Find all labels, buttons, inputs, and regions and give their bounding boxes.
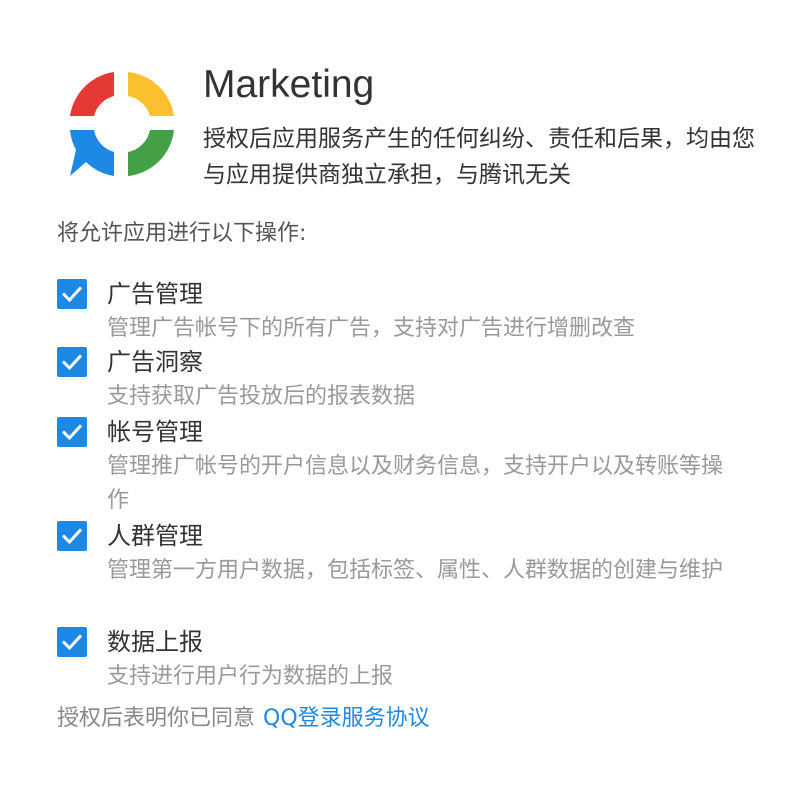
permission-checkbox[interactable] bbox=[57, 521, 87, 551]
checkmark-icon bbox=[61, 354, 83, 371]
app-logo-icon bbox=[64, 66, 180, 182]
permission-description: 支持获取广告投放后的报表数据 bbox=[107, 384, 416, 409]
disclaimer-text: 授权后应用服务产生的任何纠纷、责任和后果，均由您与应用提供商独立承担，与腾讯无关 bbox=[203, 126, 755, 188]
permission-title: 帐号管理 bbox=[107, 418, 203, 446]
permission-checkbox[interactable] bbox=[57, 279, 87, 309]
permissions-label: 将允许应用进行以下操作: bbox=[57, 221, 307, 246]
permission-description: 支持进行用户行为数据的上报 bbox=[107, 664, 394, 689]
checkmark-icon bbox=[61, 424, 83, 441]
checkmark-icon bbox=[61, 528, 83, 545]
consent-footer: 授权后表明你已同意 QQ登录服务协议 bbox=[57, 702, 430, 736]
permission-description: 管理推广帐号的开户信息以及财务信息，支持开户以及转账等操作 bbox=[107, 454, 724, 513]
permission-checkbox[interactable] bbox=[57, 347, 87, 377]
app-title: Marketing bbox=[203, 63, 375, 106]
permission-title: 广告管理 bbox=[107, 280, 203, 308]
checkmark-icon bbox=[61, 634, 83, 651]
permission-checkbox[interactable] bbox=[57, 417, 87, 447]
checkmark-icon bbox=[61, 286, 83, 303]
permission-description: 管理广告帐号下的所有广告，支持对广告进行增删改查 bbox=[107, 316, 636, 341]
permission-title: 数据上报 bbox=[107, 628, 203, 656]
permission-title: 广告洞察 bbox=[107, 348, 203, 376]
permission-checkbox[interactable] bbox=[57, 627, 87, 657]
permission-title: 人群管理 bbox=[107, 522, 203, 550]
qq-login-agreement-link[interactable]: QQ登录服务协议 bbox=[263, 706, 430, 731]
consent-text: 授权后表明你已同意 bbox=[57, 706, 256, 731]
permission-description: 管理第一方用户数据，包括标签、属性、人群数据的创建与维护 bbox=[107, 558, 724, 583]
